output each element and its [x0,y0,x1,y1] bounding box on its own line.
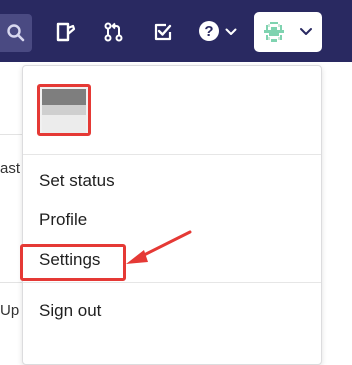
menu-item-sign-out[interactable]: Sign out [39,301,101,321]
user-menu-button[interactable] [254,12,322,52]
help-icon: ? [199,21,219,41]
menu-divider [23,154,321,155]
identicon-avatar [262,20,286,44]
user-avatar[interactable] [37,84,91,136]
chevron-down-icon [225,28,237,35]
background-text: ast [0,160,21,177]
avatar-blur-top [42,89,86,105]
snippet-icon[interactable] [55,22,77,42]
settings-highlight-box [20,244,126,281]
help-menu-button[interactable]: ? [198,20,240,44]
avatar-blur-middle [42,105,86,115]
chevron-down-icon [300,28,312,35]
menu-divider [23,282,321,283]
menu-item-profile[interactable]: Profile [39,210,87,230]
merge-request-icon[interactable] [103,22,125,42]
svg-text:?: ? [204,23,213,40]
top-navigation-bar: ? [0,0,352,62]
search-button[interactable] [0,14,32,52]
background-text: Up [0,302,20,319]
menu-item-set-status[interactable]: Set status [39,171,115,191]
todo-icon[interactable] [152,22,174,42]
pointer-arrow-icon [126,230,192,264]
user-dropdown-menu: Set status Profile Settings Sign out [22,65,322,365]
search-icon [7,24,25,42]
avatar-blur-bottom [42,115,86,133]
